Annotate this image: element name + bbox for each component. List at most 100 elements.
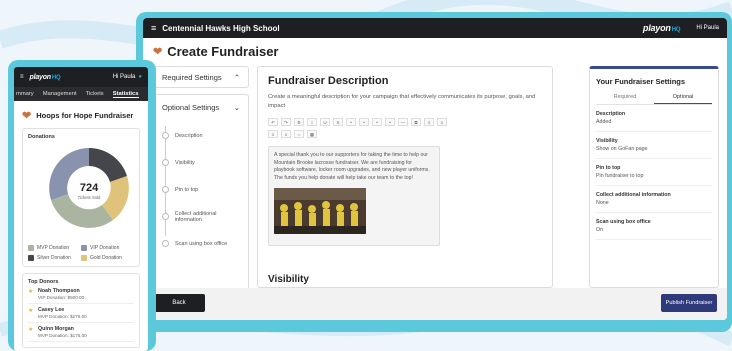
description-section: Fundraiser Description Create a meaningf…: [257, 66, 553, 288]
summary-tabs: Required Optional: [596, 94, 712, 105]
step-label: Collect additional information: [174, 210, 217, 223]
playon-logo: playonHQ: [642, 23, 681, 33]
legend-label: Silver Donation: [37, 255, 71, 261]
desktop-topbar: ≡ Centennial Hawks High School playonHQ …: [143, 18, 727, 38]
donor-item: ★ Quinn Morgan MVP Donation: $175.00: [28, 323, 134, 342]
summary-title: Your Fundraiser Settings: [596, 77, 686, 86]
summary-setting: Visibility Show on GoFan page: [596, 132, 712, 159]
donations-donut-chart: 724 Tickets Sold: [49, 148, 129, 228]
step-dot-icon: [162, 132, 169, 139]
editor-toolbar: ↶ ↷ B I U S • • • • — ⧉ ≡ ≡ ≡ ≡ ⇔ ▦: [268, 116, 458, 140]
toolbar-button[interactable]: ≡: [437, 118, 447, 127]
toolbar-button[interactable]: •: [346, 118, 356, 127]
step-dot-icon: [162, 159, 169, 166]
summary-setting: Pin to top Pin fundraiser to top: [596, 159, 712, 186]
setting-value: Show on GoFan page: [596, 146, 648, 152]
toolbar-button[interactable]: •: [385, 118, 395, 127]
star-icon: ★: [28, 289, 34, 295]
tab-management[interactable]: Management: [43, 91, 77, 97]
optional-step-item[interactable]: Description: [162, 122, 240, 149]
toolbar-button[interactable]: ▦: [307, 130, 317, 139]
donations-total: 724: [80, 182, 99, 194]
donor-amount: MVP Donation: $175.00: [38, 333, 87, 338]
toolbar-button[interactable]: ⇔: [294, 130, 304, 139]
section-helper-text: Create a meaningful description for your…: [268, 94, 536, 109]
optional-step-item[interactable]: Collect additional information: [162, 203, 240, 230]
optional-steps-list: Description Visibility Pin to top Collect a…: [162, 122, 240, 257]
toolbar-button[interactable]: B: [294, 118, 304, 127]
playon-logo: playonHQ: [29, 73, 61, 81]
step-label: Scan using box office: [175, 240, 228, 247]
mobile-window: ≡ playonHQ Hi Paula ● mmary Management Tic…: [14, 67, 148, 351]
setting-value: None: [596, 200, 609, 206]
user-greeting[interactable]: Hi Paula: [696, 25, 719, 31]
back-button[interactable]: Back: [153, 294, 205, 312]
top-donors-list: ★ Noah Thompson VIP Donation: $500.00 ★ Case…: [28, 285, 134, 342]
toolbar-button[interactable]: ↶: [268, 118, 278, 127]
legend-label: Gold Donation: [90, 255, 122, 261]
donor-amount: MVP Donation: $275.00: [38, 314, 87, 319]
setting-value: Pin fundraiser to top: [596, 173, 644, 179]
setting-key: Description: [596, 111, 626, 117]
summary-setting: Collect additional information None: [596, 186, 712, 213]
donations-card: Donations 724 Tickets Sold MVP Donation V…: [22, 128, 140, 267]
step-label: Visibility: [175, 159, 195, 166]
optional-step-item[interactable]: Scan using box office: [162, 230, 240, 257]
donor-amount: VIP Donation: $500.00: [38, 295, 85, 300]
legend-item: VIP Donation: [81, 245, 134, 251]
toolbar-button[interactable]: ↷: [281, 118, 291, 127]
toolbar-button[interactable]: U: [320, 118, 330, 127]
tab-mmary[interactable]: mmary: [16, 91, 34, 97]
setting-key: Pin to top: [596, 165, 621, 171]
toolbar-button[interactable]: ≡: [424, 118, 434, 127]
footer-actions: Back Publish Fundraiser: [143, 288, 727, 320]
step-label: Pin to top: [175, 186, 199, 193]
menu-icon[interactable]: ≡: [20, 74, 24, 80]
toolbar-button[interactable]: ⧉: [411, 118, 421, 127]
legend-item: Gold Donation: [81, 255, 134, 261]
user-icon: ●: [138, 74, 142, 80]
heart-icon: ❤: [153, 46, 163, 58]
summary-setting: Description Added: [596, 105, 712, 132]
legend-swatch: [81, 255, 87, 261]
visibility-heading: Visibility: [268, 274, 309, 285]
tab-optional[interactable]: Optional: [654, 94, 712, 104]
mobile-tabs: mmary Management Tickets Statistics: [14, 87, 148, 101]
donor-name: Quinn Morgan: [38, 326, 74, 332]
toolbar-button[interactable]: —: [398, 118, 408, 127]
settings-nav: Required Settings ⌃ Optional Settings ⌄ …: [153, 66, 249, 294]
setting-key: Scan using box office: [596, 219, 651, 225]
mobile-topbar: ≡ playonHQ Hi Paula ●: [14, 67, 148, 87]
toolbar-button[interactable]: I: [307, 118, 317, 127]
toolbar-button[interactable]: •: [372, 118, 382, 127]
setting-value: Added: [596, 119, 612, 125]
optional-settings-toggle[interactable]: Optional Settings ⌄: [162, 103, 240, 112]
optional-settings-panel: Optional Settings ⌄ Description Visibilit…: [153, 94, 249, 294]
optional-step-item[interactable]: Pin to top: [162, 176, 240, 203]
donations-total-label: Tickets Sold: [78, 195, 101, 200]
toolbar-button[interactable]: S: [333, 118, 343, 127]
toolbar-button[interactable]: •: [359, 118, 369, 127]
step-dot-icon: [162, 213, 169, 220]
toolbar-button[interactable]: ≡: [268, 130, 278, 139]
legend-swatch: [81, 245, 87, 251]
donor-item: ★ Casey Lee MVP Donation: $275.00: [28, 304, 134, 323]
required-settings-toggle[interactable]: Required Settings ⌃: [153, 66, 249, 88]
top-donors-card: Top Donors ★ Noah Thompson VIP Donation: $…: [22, 273, 140, 348]
summary-setting: Scan using box office On: [596, 213, 712, 240]
menu-icon[interactable]: ≡: [151, 23, 156, 33]
tab-required[interactable]: Required: [596, 94, 654, 104]
user-greeting[interactable]: Hi Paula: [113, 74, 136, 80]
description-editor[interactable]: A special thank you to our supporters fo…: [268, 146, 440, 247]
setting-key: Collect additional information: [596, 192, 671, 198]
setting-value: On: [596, 227, 604, 233]
heart-icon: ❤: [22, 110, 32, 122]
toolbar-button[interactable]: ≡: [281, 130, 291, 139]
tab-statistics[interactable]: Statistics: [112, 91, 139, 98]
legend-item: Silver Donation: [28, 255, 81, 261]
donor-item: ★ Noah Thompson VIP Donation: $500.00: [28, 285, 134, 304]
tab-tickets[interactable]: Tickets: [86, 91, 104, 97]
chevron-up-icon: ⌃: [233, 72, 240, 82]
publish-fundraiser-button[interactable]: Publish Fundraiser: [661, 294, 717, 312]
optional-step-item[interactable]: Visibility: [162, 149, 240, 176]
